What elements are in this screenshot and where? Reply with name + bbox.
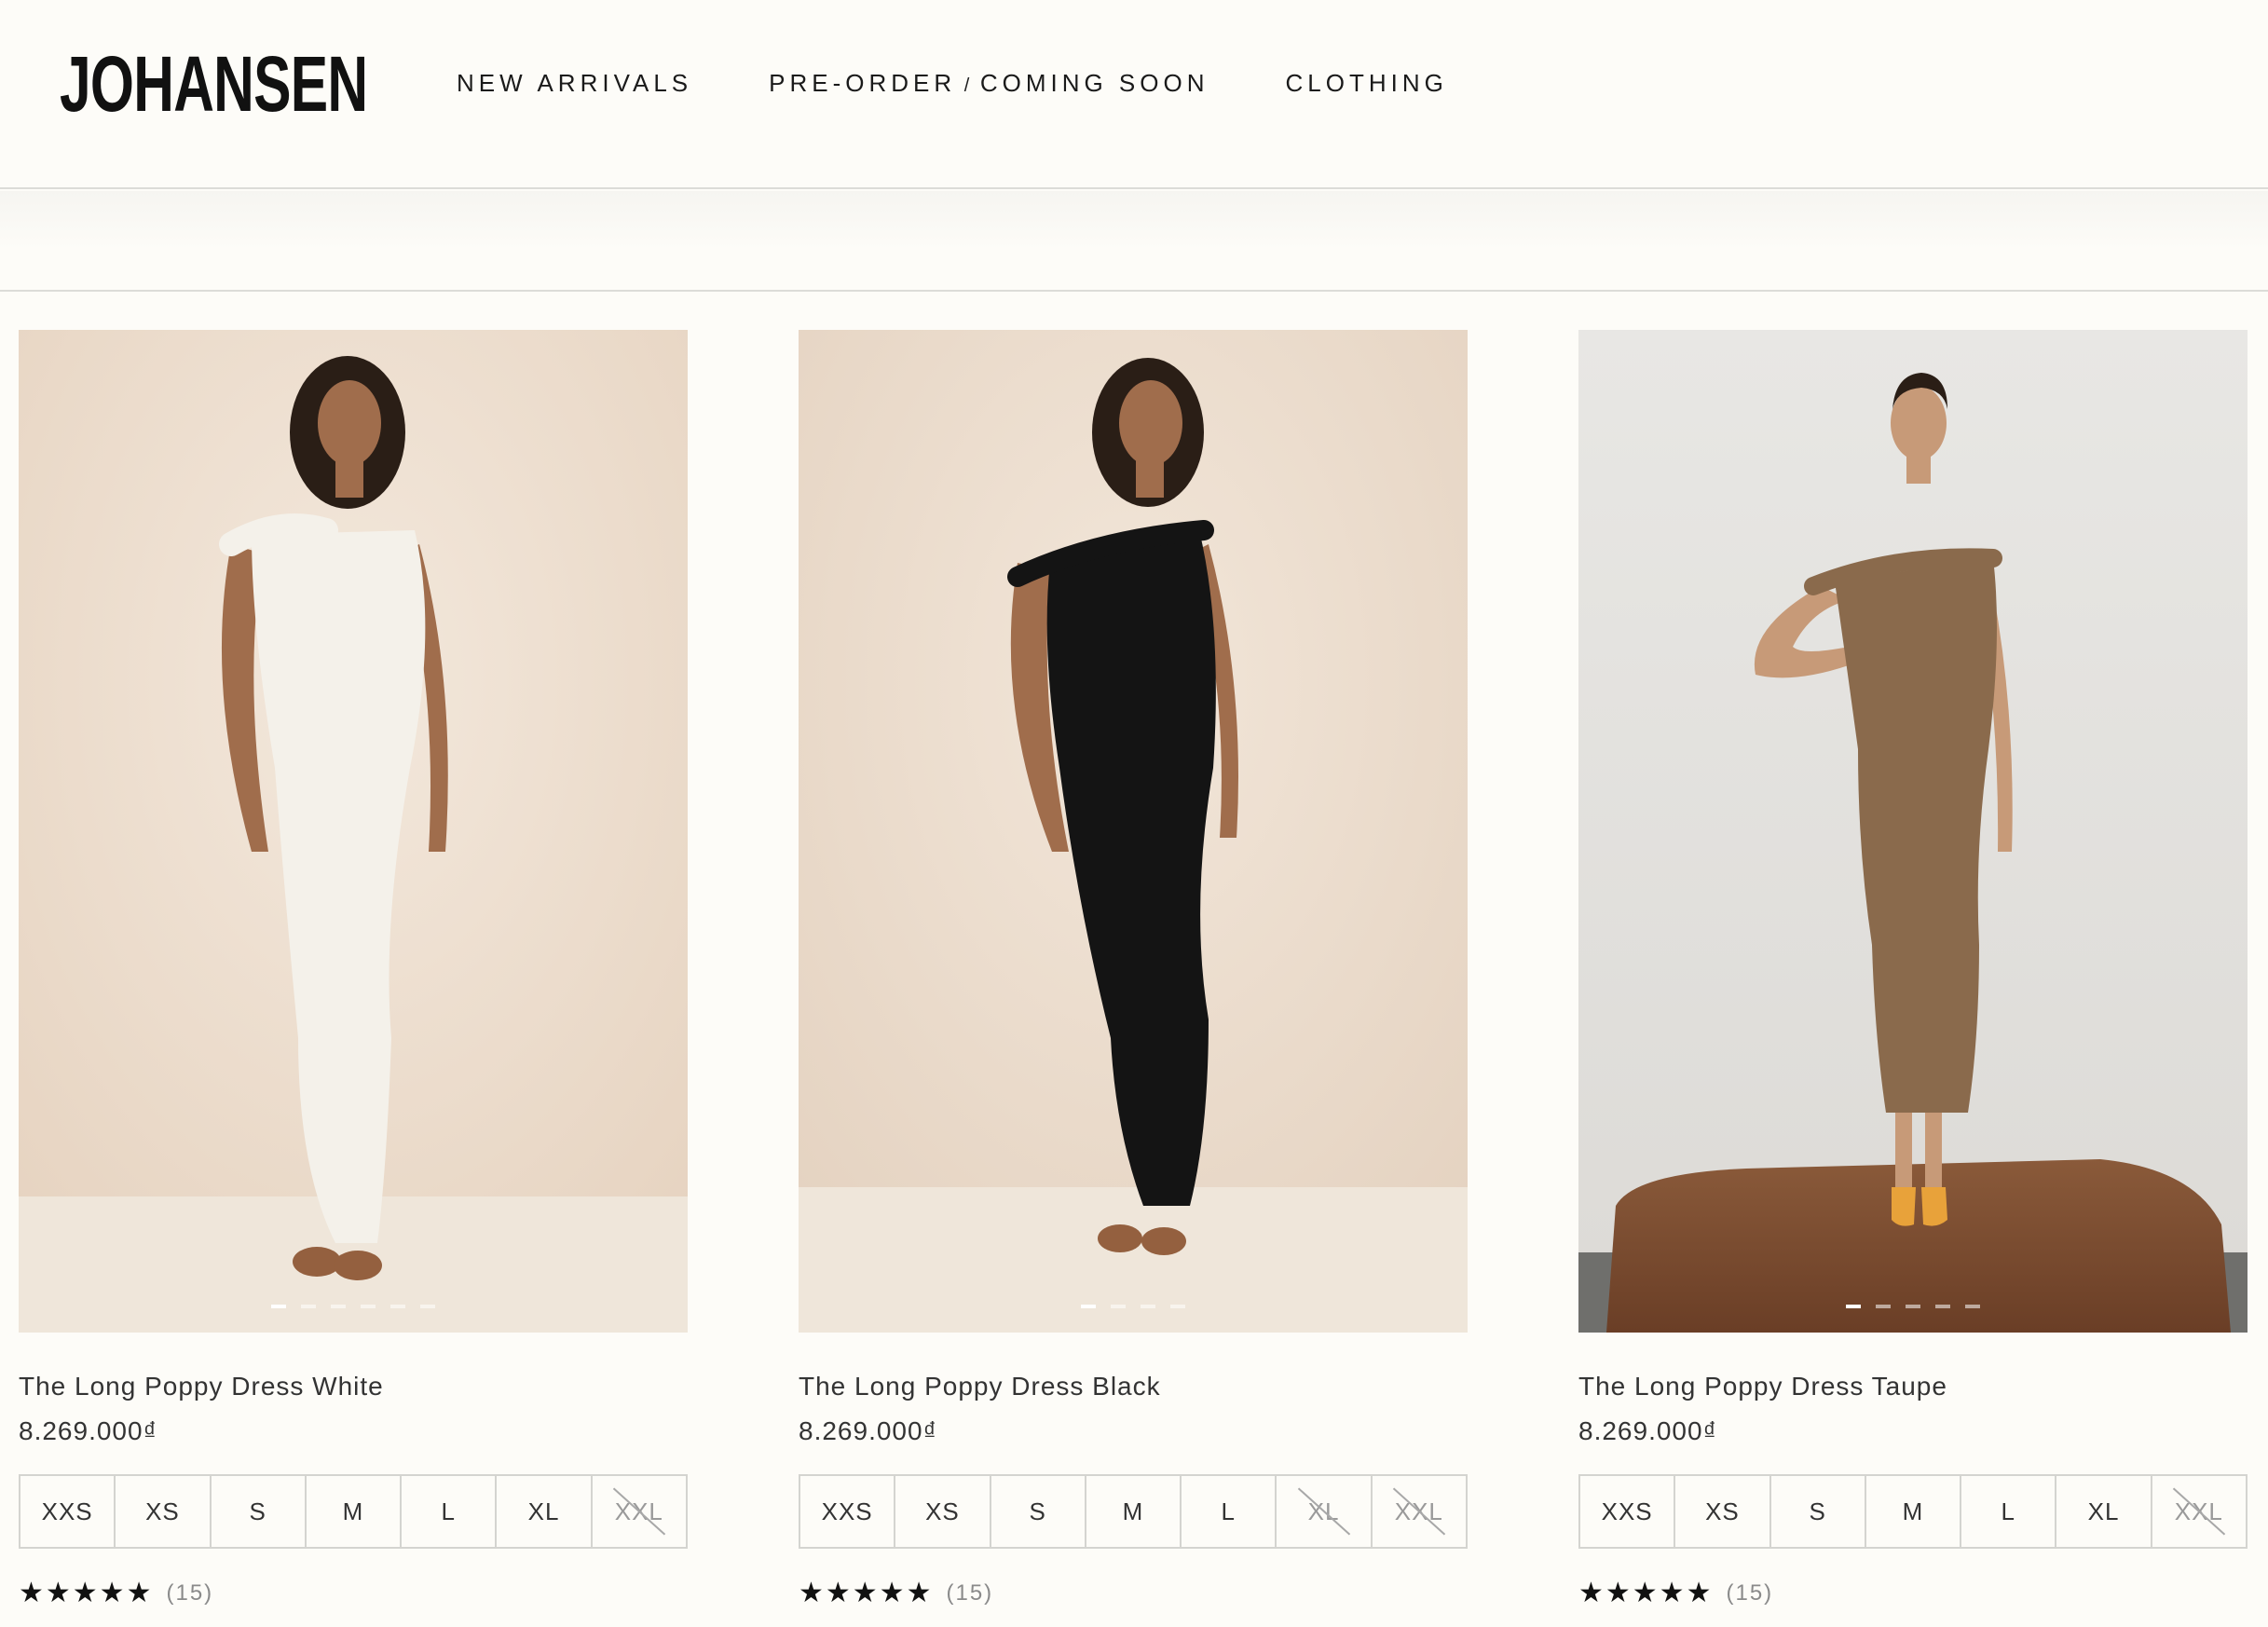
size-option-m[interactable]: M xyxy=(306,1476,403,1547)
product-rating[interactable]: ★★★★★ (15) xyxy=(1578,1577,2248,1609)
size-option-xxs[interactable]: XXS xyxy=(1580,1476,1676,1547)
carousel-dot[interactable] xyxy=(1141,1305,1155,1308)
carousel-dot[interactable] xyxy=(1846,1305,1861,1308)
review-count: (15) xyxy=(166,1579,214,1606)
carousel-dot[interactable] xyxy=(1965,1305,1980,1308)
nav-clothing[interactable]: CLOTHING xyxy=(1285,69,1447,98)
size-option-m[interactable]: M xyxy=(1086,1476,1182,1547)
product-card[interactable]: The Long Poppy Dress Black 8.269.000₫ XX… xyxy=(799,330,1468,1609)
size-option-s[interactable]: S xyxy=(211,1476,307,1547)
image-carousel-dots xyxy=(19,1305,688,1308)
nav-pre-order-coming-soon[interactable]: PRE-ORDER / COMING SOON xyxy=(769,69,1209,98)
carousel-dot[interactable] xyxy=(1906,1305,1920,1308)
product-rating[interactable]: ★★★★★ (15) xyxy=(799,1577,1468,1609)
model-photo xyxy=(799,330,1468,1333)
main-nav: NEW ARRIVALS PRE-ORDER / COMING SOON CLO… xyxy=(457,69,1524,98)
carousel-dot[interactable] xyxy=(1935,1305,1950,1308)
carousel-dot[interactable] xyxy=(1876,1305,1891,1308)
carousel-dot[interactable] xyxy=(1170,1305,1185,1308)
product-title[interactable]: The Long Poppy Dress Taupe xyxy=(1578,1372,2248,1401)
nav-separator: / xyxy=(956,75,980,96)
size-selector: XXS XS S M L XL XXL xyxy=(1578,1474,2248,1549)
product-title[interactable]: The Long Poppy Dress White xyxy=(19,1372,688,1401)
image-carousel-dots xyxy=(799,1305,1468,1308)
star-rating-icon: ★★★★★ xyxy=(1578,1577,1714,1609)
size-option-xl[interactable]: XL xyxy=(2056,1476,2152,1547)
product-image[interactable] xyxy=(19,330,688,1333)
product-image[interactable] xyxy=(799,330,1468,1333)
nav-new-arrivals[interactable]: NEW ARRIVALS xyxy=(457,69,692,98)
product-rating[interactable]: ★★★★★ (15) xyxy=(19,1577,688,1609)
size-option-xl[interactable]: XL xyxy=(497,1476,593,1547)
size-option-xs[interactable]: XS xyxy=(895,1476,991,1547)
size-option-xs[interactable]: XS xyxy=(1675,1476,1771,1547)
carousel-dot[interactable] xyxy=(271,1305,286,1308)
carousel-dot[interactable] xyxy=(390,1305,405,1308)
size-option-s[interactable]: S xyxy=(1770,1476,1866,1547)
carousel-dot[interactable] xyxy=(1111,1305,1126,1308)
product-image[interactable] xyxy=(1578,330,2248,1333)
size-option-s[interactable]: S xyxy=(991,1476,1086,1547)
carousel-dot[interactable] xyxy=(331,1305,346,1308)
carousel-dot[interactable] xyxy=(1081,1305,1096,1308)
carousel-dot[interactable] xyxy=(420,1305,435,1308)
size-option-xxl[interactable]: XXL xyxy=(2152,1476,2246,1547)
product-card[interactable]: The Long Poppy Dress Taupe 8.269.000₫ XX… xyxy=(1578,330,2248,1609)
site-header: JOHANSEN NEW ARRIVALS PRE-ORDER / COMING… xyxy=(0,0,2268,189)
size-option-l[interactable]: L xyxy=(402,1476,498,1547)
nav-pre-order-label: PRE-ORDER xyxy=(769,69,957,97)
product-card[interactable]: The Long Poppy Dress White 8.269.000₫ XX… xyxy=(19,330,688,1609)
filter-bar xyxy=(0,191,2268,292)
carousel-dot[interactable] xyxy=(361,1305,376,1308)
size-selector: XXS XS S M L XL XXL xyxy=(19,1474,688,1549)
size-selector: XXS XS S M L XL XXL xyxy=(799,1474,1468,1549)
size-option-xxl[interactable]: XXL xyxy=(592,1476,686,1547)
size-option-l[interactable]: L xyxy=(1961,1476,2057,1547)
size-option-xs[interactable]: XS xyxy=(116,1476,212,1547)
product-price: 8.269.000₫ xyxy=(1578,1416,1717,1445)
review-count: (15) xyxy=(946,1579,994,1606)
size-option-xxs[interactable]: XXS xyxy=(800,1476,896,1547)
size-option-l[interactable]: L xyxy=(1182,1476,1277,1547)
model-photo xyxy=(1578,330,2248,1333)
review-count: (15) xyxy=(1726,1579,1774,1606)
brand-logo[interactable]: JOHANSEN xyxy=(60,45,368,123)
image-carousel-dots xyxy=(1578,1305,2248,1308)
model-photo xyxy=(19,330,688,1333)
star-rating-icon: ★★★★★ xyxy=(799,1577,934,1609)
product-price: 8.269.000₫ xyxy=(799,1416,937,1445)
size-option-m[interactable]: M xyxy=(1865,1476,1962,1547)
size-option-xl[interactable]: XL xyxy=(1277,1476,1373,1547)
size-option-xxs[interactable]: XXS xyxy=(20,1476,116,1547)
size-option-xxl[interactable]: XXL xyxy=(1372,1476,1466,1547)
star-rating-icon: ★★★★★ xyxy=(19,1577,154,1609)
product-title[interactable]: The Long Poppy Dress Black xyxy=(799,1372,1468,1401)
nav-coming-soon-label: COMING SOON xyxy=(979,69,1209,97)
carousel-dot[interactable] xyxy=(301,1305,316,1308)
product-price: 8.269.000₫ xyxy=(19,1416,157,1445)
